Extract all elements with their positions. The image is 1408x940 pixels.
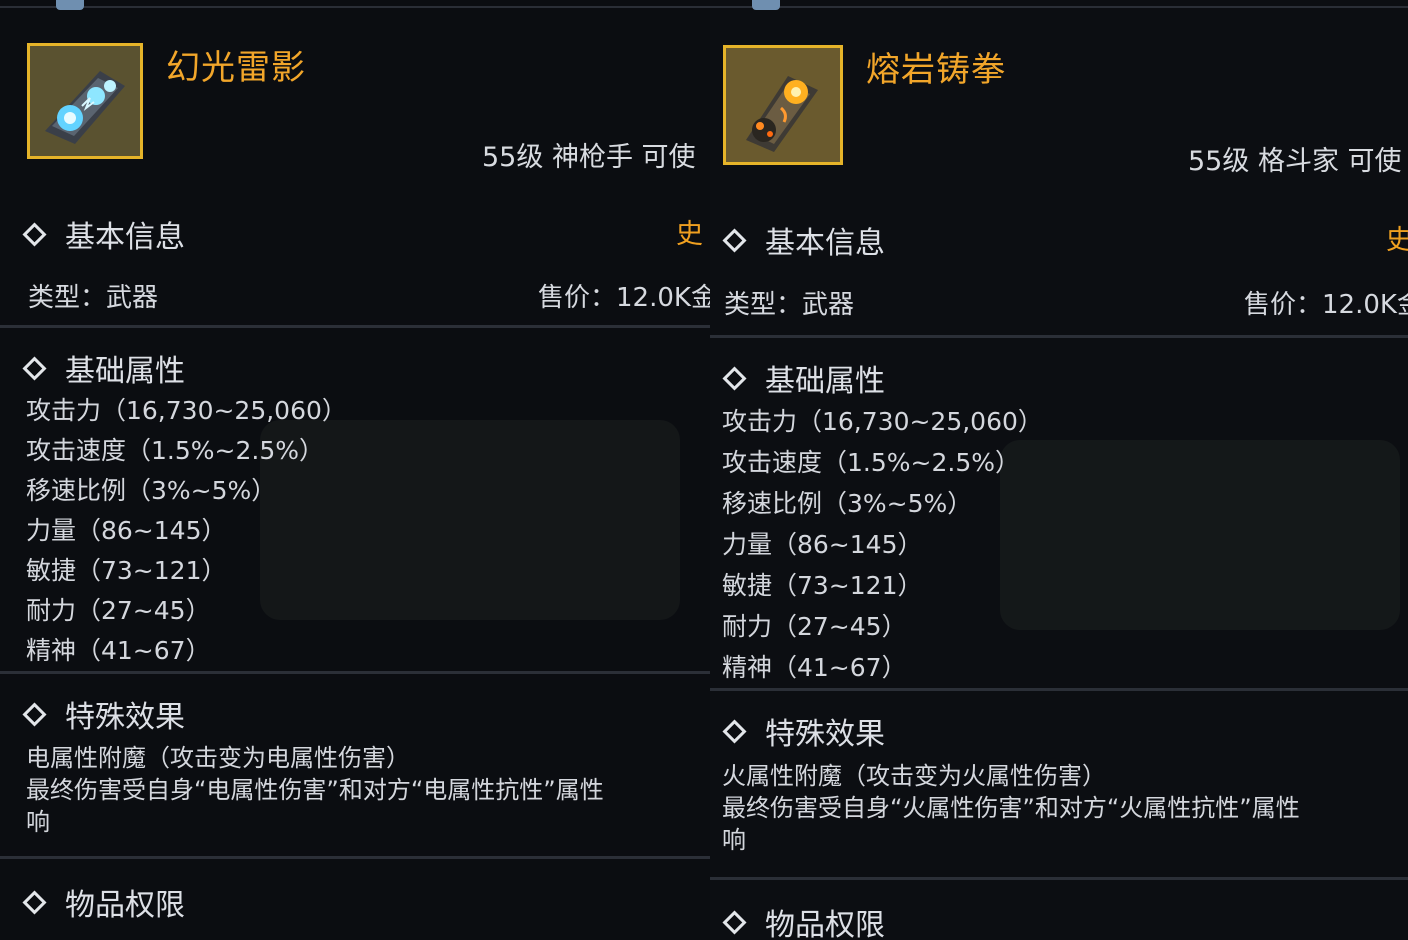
- attribute-strength: 力量（86~145）: [26, 516, 227, 545]
- section-divider: [0, 671, 710, 674]
- section-basic-info: 基本信息: [718, 218, 885, 262]
- item-name: 熔岩铸拳: [866, 50, 1006, 90]
- attribute-move-speed: 移速比例（3%~5%）: [26, 476, 277, 505]
- electric-gauntlet-icon[interactable]: [27, 43, 143, 159]
- section-title: 物品权限: [765, 908, 885, 940]
- attribute-attack: 攻击力（16,730~25,060）: [722, 407, 1043, 436]
- section-title: 基本信息: [765, 226, 885, 261]
- section-title: 基础属性: [765, 364, 885, 399]
- attribute-move-speed: 移速比例（3%~5%）: [722, 489, 973, 518]
- section-title: 基础属性: [65, 354, 185, 389]
- section-divider: [710, 877, 1408, 880]
- attribute-agility: 敏捷（73~121）: [26, 556, 227, 585]
- attribute-agility: 敏捷（73~121）: [722, 571, 923, 600]
- attribute-spirit: 精神（41~67）: [26, 636, 211, 665]
- section-base-attributes: 基础属性: [718, 356, 885, 400]
- top-border: [710, 6, 1408, 8]
- effect-line: 响: [26, 808, 50, 836]
- item-type: 类型：武器: [28, 283, 159, 313]
- effect-line: 最终伤害受自身“火属性伤害”和对方“火属性抗性”属性: [722, 794, 1300, 822]
- attribute-strength: 力量（86~145）: [722, 530, 923, 559]
- attribute-attack-speed: 攻击速度（1.5%~2.5%）: [26, 436, 324, 465]
- attribute-stamina: 耐力（27~45）: [722, 612, 907, 641]
- effect-line: 最终伤害受自身“电属性伤害”和对方“电属性抗性”属性: [26, 776, 604, 804]
- diamond-icon: [722, 718, 747, 744]
- top-border: [0, 6, 710, 8]
- section-special-effect: 特殊效果: [18, 692, 185, 736]
- item-tooltip-right: 熔岩铸拳 55级 格斗家 可使 基本信息 史 类型：武器 售价：12.0K金 基…: [710, 0, 1408, 940]
- section-divider: [0, 856, 710, 859]
- item-name: 幻光雷影: [166, 48, 306, 88]
- section-title: 基本信息: [65, 220, 185, 255]
- effect-line: 响: [722, 826, 746, 854]
- item-requirement: 55级 格斗家 可使: [1188, 146, 1402, 177]
- section-divider: [710, 688, 1408, 691]
- effect-line: 电属性附魔（攻击变为电属性伤害）: [26, 744, 410, 772]
- section-divider: [0, 325, 710, 328]
- diamond-icon: [22, 889, 47, 915]
- tab-nub: [56, 0, 84, 10]
- diamond-icon: [722, 909, 747, 935]
- tab-nub: [752, 0, 780, 10]
- background-glow: [1000, 440, 1400, 630]
- section-title: 物品权限: [65, 888, 185, 923]
- diamond-icon: [22, 355, 47, 381]
- diamond-icon: [22, 701, 47, 727]
- diamond-icon: [722, 227, 747, 253]
- section-base-attributes: 基础属性: [18, 346, 185, 390]
- item-type: 类型：武器: [724, 290, 855, 320]
- attribute-attack-speed: 攻击速度（1.5%~2.5%）: [722, 448, 1020, 477]
- attribute-list: 攻击力（16,730~25,060） 攻击速度（1.5%~2.5%） 移速比例（…: [722, 401, 1043, 688]
- attribute-list: 攻击力（16,730~25,060） 攻击速度（1.5%~2.5%） 移速比例（…: [26, 391, 347, 671]
- effect-line: 火属性附魔（攻击变为火属性伤害）: [722, 762, 1106, 790]
- item-price: 售价：12.0K金: [1244, 290, 1408, 320]
- item-rarity: 史: [1386, 225, 1408, 256]
- attribute-stamina: 耐力（27~45）: [26, 596, 211, 625]
- section-item-permission: 物品权限: [718, 900, 885, 940]
- section-basic-info: 基本信息: [18, 212, 185, 256]
- attribute-attack: 攻击力（16,730~25,060）: [26, 396, 347, 425]
- lava-fist-icon[interactable]: [723, 45, 843, 165]
- attribute-spirit: 精神（41~67）: [722, 653, 907, 682]
- section-title: 特殊效果: [65, 700, 185, 735]
- section-special-effect: 特殊效果: [718, 709, 885, 753]
- diamond-icon: [22, 221, 47, 247]
- section-divider: [710, 335, 1408, 338]
- diamond-icon: [722, 365, 747, 391]
- item-requirement: 55级 神枪手 可使: [482, 142, 696, 173]
- item-price: 售价：12.0K金: [538, 283, 710, 313]
- item-rarity: 史: [676, 219, 703, 250]
- section-title: 特殊效果: [765, 717, 885, 752]
- section-item-permission: 物品权限: [18, 880, 185, 924]
- item-tooltip-left: 幻光雷影 55级 神枪手 可使 基本信息 史 类型：武器 售价：12.0K金 基…: [0, 0, 710, 940]
